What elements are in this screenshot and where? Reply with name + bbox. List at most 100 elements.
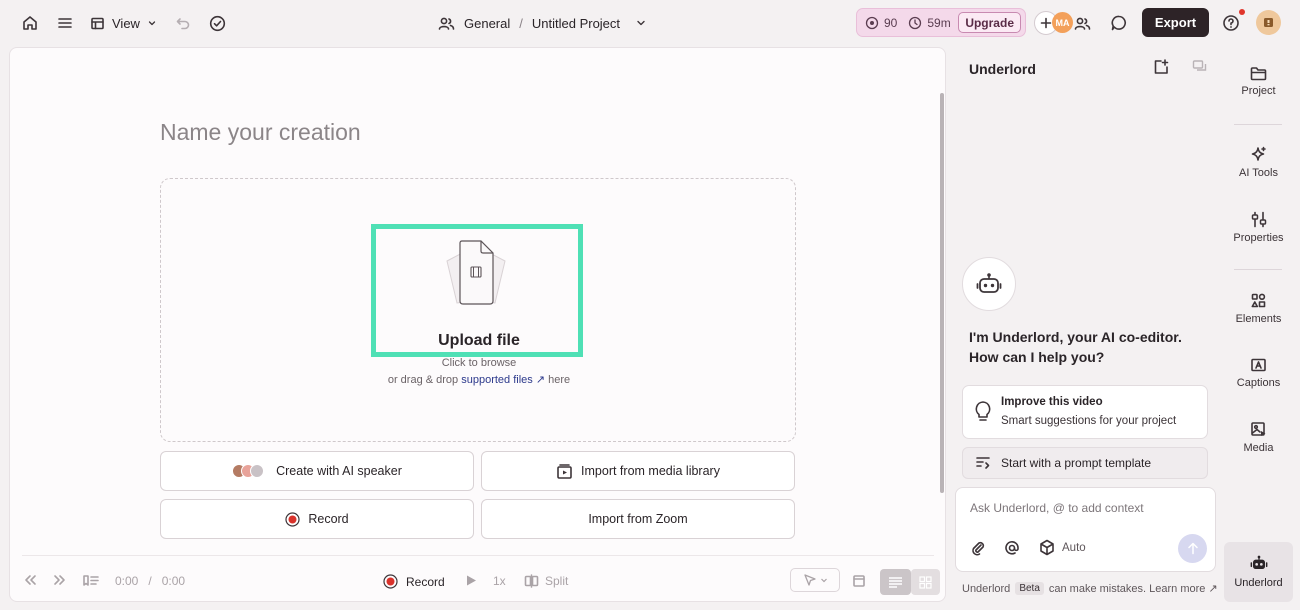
upload-drag-hint: or drag & drop supported files ↗ here (161, 373, 797, 386)
undo-icon[interactable] (171, 11, 195, 35)
project-name-input[interactable] (160, 116, 660, 148)
people-icon[interactable] (1070, 11, 1094, 35)
plus-icon (1040, 17, 1052, 29)
prompt-template-button[interactable]: Start with a prompt template (962, 447, 1208, 479)
clock-icon (909, 16, 922, 29)
help-icon[interactable] (1219, 11, 1243, 35)
breadcrumb-workspace[interactable]: General (464, 16, 510, 31)
credits-icon (865, 16, 879, 29)
upload-dropzone[interactable]: Upload file Click to browse or drag & dr… (160, 178, 796, 442)
disclaimer-text[interactable]: can make mistakes. Learn more ↗ (1049, 582, 1218, 595)
suggestion-subtitle: Smart suggestions for your project (1001, 415, 1177, 427)
import-from-zoom-button[interactable]: Import from Zoom (481, 499, 795, 539)
rail-divider (1234, 124, 1282, 125)
media-library-label: Import from media library (581, 464, 720, 478)
scrollbar[interactable] (940, 93, 944, 493)
transport-record-button[interactable]: Record (383, 574, 445, 589)
chevron-down-icon[interactable] (635, 17, 647, 29)
transport-bar: 0:00 / 0:00 Record 1x Split (10, 568, 945, 598)
chat-composer: Auto (955, 487, 1216, 572)
transport-divider (22, 555, 934, 556)
layout-panel-icon[interactable] (852, 574, 866, 588)
script-lines-icon (889, 577, 902, 588)
upgrade-button[interactable]: Upgrade (958, 12, 1021, 33)
usage-meter[interactable]: 90 59m Upgrade (856, 8, 1026, 37)
cursor-icon (803, 574, 816, 586)
rail-item-elements[interactable]: Elements (1226, 292, 1291, 325)
upload-title[interactable]: Upload file (161, 332, 797, 350)
time-current: 0:00 (115, 574, 139, 588)
send-button[interactable] (1178, 534, 1207, 563)
robot-icon (976, 273, 1002, 293)
attach-icon[interactable] (970, 540, 986, 556)
rail-label-project: Project (1241, 85, 1276, 97)
layout-icon (91, 17, 104, 29)
mode-label: Auto (1062, 541, 1086, 554)
record-icon (383, 574, 398, 589)
drag-hint-prefix: or drag & drop (387, 374, 459, 386)
menu-icon[interactable] (53, 11, 77, 35)
mode-selector[interactable]: Auto (1039, 539, 1086, 556)
pointer-tool-select[interactable] (790, 568, 840, 592)
ai-speaker-avatars (232, 464, 265, 478)
record-button[interactable]: Record (160, 499, 474, 539)
captions-icon (1251, 358, 1266, 372)
chat-input[interactable] (970, 501, 1200, 515)
template-icon (976, 457, 990, 469)
transport-record-label: Record (406, 574, 445, 589)
new-chat-icon[interactable] (1152, 58, 1172, 78)
time-separator: / (148, 574, 152, 588)
disclaimer-name: Underlord (962, 582, 1011, 595)
rail-item-properties[interactable]: Properties (1226, 211, 1291, 244)
beta-badge: Beta (1015, 582, 1044, 595)
team-icon (438, 17, 455, 30)
rail-item-project[interactable]: Project (1226, 66, 1291, 97)
comment-icon[interactable] (1107, 11, 1131, 35)
view-label: View (112, 15, 140, 31)
supported-files-link[interactable]: supported files ↗ (461, 374, 545, 386)
chapters-icon[interactable] (82, 574, 99, 587)
rail-item-ai-tools[interactable]: AI Tools (1226, 146, 1291, 179)
split-icon (524, 574, 539, 588)
ai-greeting: I'm Underlord, your AI co-editor. How ca… (969, 329, 1182, 365)
user-avatar[interactable] (1256, 10, 1281, 35)
mention-icon[interactable] (1004, 540, 1020, 556)
playback-speed[interactable]: 1x (493, 574, 506, 588)
rail-label-properties: Properties (1233, 232, 1284, 244)
speed-label: 1x (493, 574, 506, 588)
breadcrumb: General / Untitled Project (438, 11, 647, 35)
import-media-library-button[interactable]: Import from media library (481, 451, 795, 491)
ai-speaker-label: Create with AI speaker (276, 464, 402, 478)
usage-credits: 90 (884, 15, 898, 30)
chevron-down-icon (148, 21, 156, 26)
rail-label-underlord: Underlord (1234, 577, 1283, 589)
top-bar: View General / Untitled Project 90 59m U… (0, 0, 1300, 46)
breadcrumb-separator: / (519, 15, 523, 31)
script-view-toggle[interactable] (880, 569, 911, 595)
timecode: 0:00 / 0:00 (115, 574, 185, 588)
improve-video-suggestion[interactable]: Improve this video Smart suggestions for… (962, 385, 1208, 439)
export-button[interactable]: Export (1142, 8, 1209, 37)
grid-view-toggle[interactable] (911, 569, 940, 595)
usage-minutes: 59m (927, 15, 951, 30)
lightbulb-icon (975, 401, 991, 421)
rail-item-underlord[interactable]: Underlord (1224, 542, 1293, 602)
panel-title: Underlord (969, 61, 1036, 77)
view-menu-button[interactable]: View (90, 11, 157, 35)
drag-hint-suffix: here (548, 374, 571, 386)
skip-forward-icon[interactable] (53, 574, 67, 586)
chat-history-icon[interactable] (1191, 58, 1211, 78)
split-button[interactable]: Split (524, 574, 568, 588)
editor-canvas: Upload file Click to browse or drag & dr… (9, 47, 946, 602)
check-circle-icon[interactable] (205, 11, 229, 35)
create-with-ai-speaker-button[interactable]: Create with AI speaker (160, 451, 474, 491)
rail-label-elements: Elements (1235, 313, 1282, 325)
play-icon[interactable] (465, 574, 477, 587)
underlord-avatar (962, 257, 1016, 311)
rail-item-captions[interactable]: Captions (1226, 357, 1291, 389)
rail-item-media[interactable]: Media (1226, 421, 1291, 454)
skip-back-icon[interactable] (23, 574, 37, 586)
sliders-icon (1251, 211, 1266, 228)
breadcrumb-project[interactable]: Untitled Project (532, 16, 620, 31)
home-icon[interactable] (18, 11, 42, 35)
